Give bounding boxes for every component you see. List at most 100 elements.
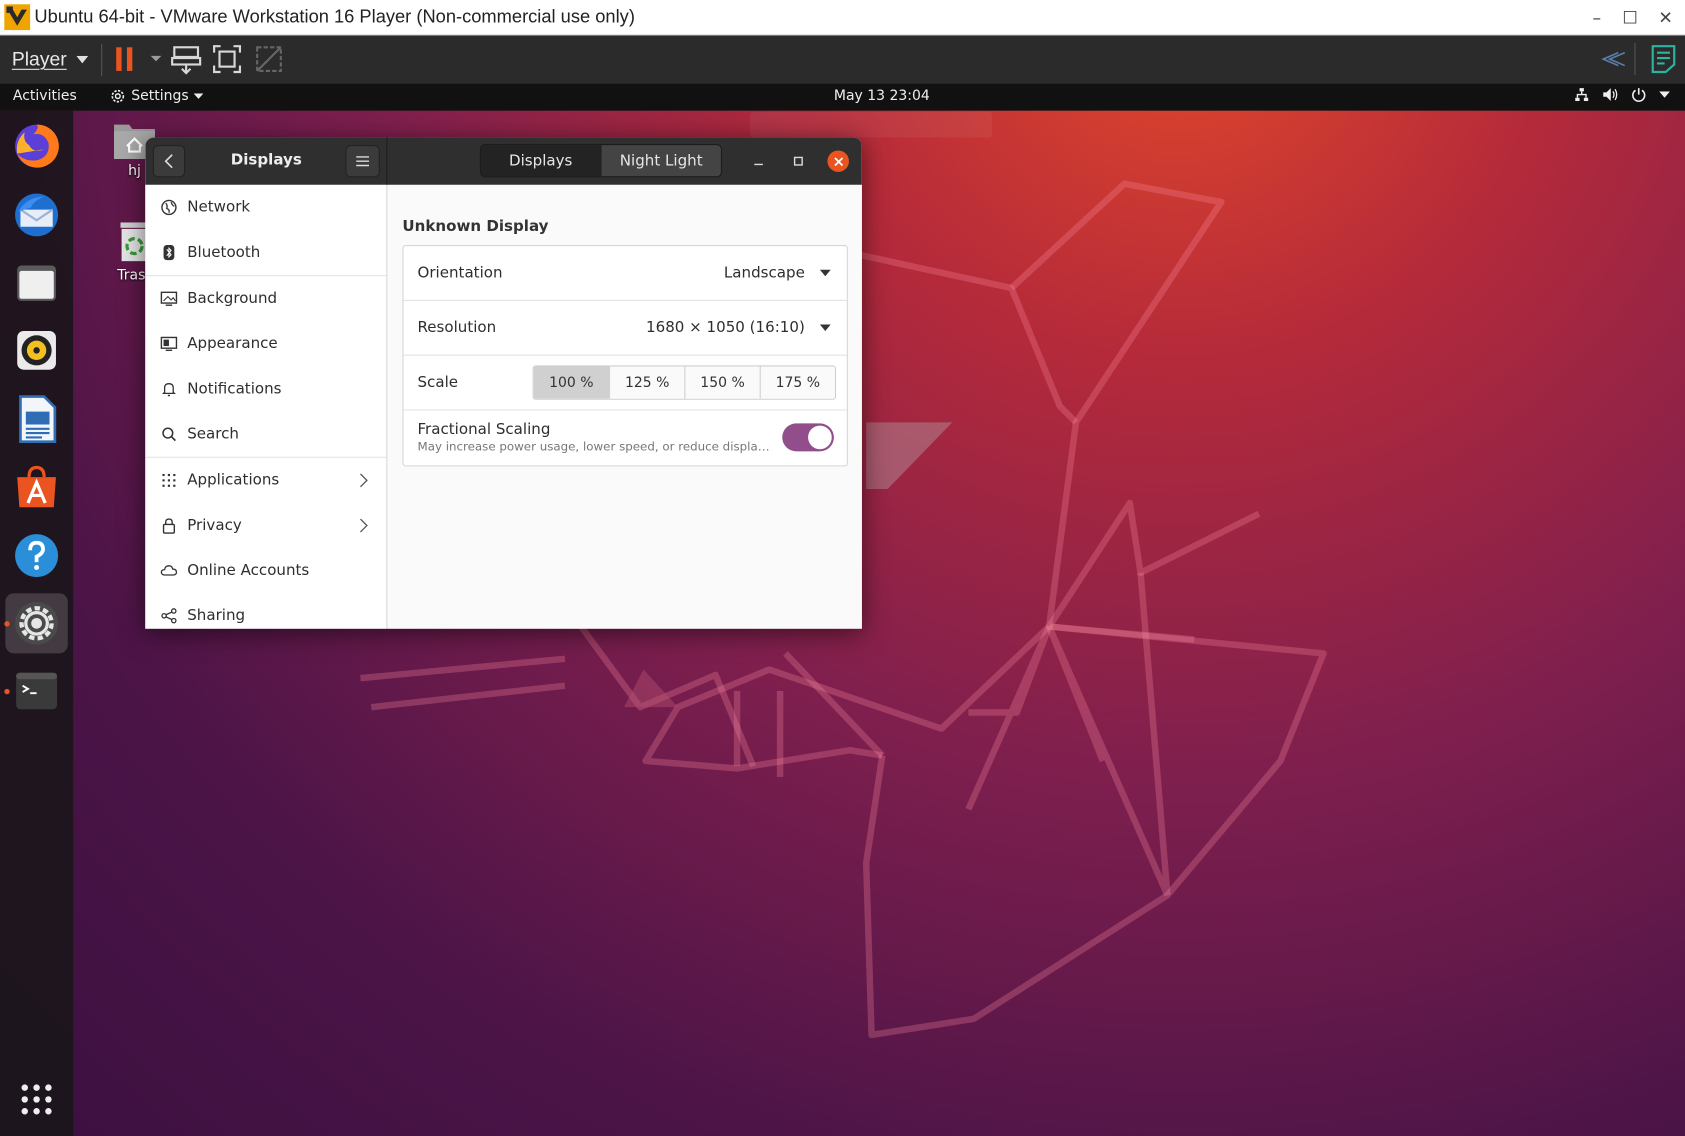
- running-indicator: [4, 688, 10, 695]
- dropdown-arrow-icon: [819, 324, 831, 332]
- bell-icon: [161, 383, 176, 397]
- sidebar-item-bluetooth[interactable]: Bluetooth: [145, 230, 387, 275]
- displays-panel: Unknown Display Orientation Landscape Re…: [388, 184, 862, 629]
- software-icon: [17, 465, 56, 508]
- orientation-row[interactable]: Orientation Landscape: [403, 246, 847, 301]
- sidebar-item-sharing[interactable]: Sharing: [145, 593, 387, 628]
- orientation-value: Landscape: [723, 264, 805, 282]
- activities-button[interactable]: Activities: [13, 88, 77, 104]
- dock-show-apps[interactable]: [10, 1073, 64, 1127]
- collapse-toolbar-icon[interactable]: [1597, 43, 1629, 75]
- dropdown-arrow-icon: [819, 269, 831, 277]
- scale-option-150[interactable]: 150 %: [684, 366, 760, 399]
- sidebar-item-privacy[interactable]: Privacy: [145, 503, 387, 548]
- close-button[interactable]: ✕: [1646, 0, 1685, 35]
- sidebar-item-label: Appearance: [187, 335, 278, 353]
- power-icon: [1632, 88, 1646, 102]
- ubuntu-top-panel: Activities Settings May 13 23:04: [0, 83, 1685, 111]
- orientation-label: Orientation: [417, 264, 503, 282]
- minimize-button[interactable]: [748, 150, 770, 171]
- scale-option-100[interactable]: 100 %: [533, 366, 610, 399]
- sidebar-item-online-accounts[interactable]: Online Accounts: [145, 548, 387, 593]
- dock-settings[interactable]: [5, 593, 68, 654]
- fractional-scaling-label: Fractional Scaling: [417, 421, 551, 439]
- tab-night-light[interactable]: Night Light: [600, 145, 721, 177]
- dock-rhythmbox[interactable]: [10, 323, 64, 377]
- dock-help[interactable]: [10, 529, 64, 583]
- sidebar-item-label: Notifications: [187, 380, 282, 398]
- sidebar-item-label: Background: [187, 290, 278, 308]
- vmware-title-bar: Ubuntu 64-bit - VMware Workstation 16 Pl…: [0, 0, 1685, 36]
- sidebar-item-label: Bluetooth: [187, 243, 261, 262]
- files-icon: [17, 265, 56, 301]
- maximize-button[interactable]: [788, 150, 810, 171]
- unity-mode-icon: [256, 46, 282, 73]
- resolution-value: 1680 × 1050 (16:10): [646, 319, 805, 337]
- scale-option-175[interactable]: 175 %: [759, 366, 835, 399]
- fullscreen-icon[interactable]: [211, 43, 243, 75]
- sidebar-item-notifications[interactable]: Notifications: [145, 366, 387, 411]
- bluetooth-icon: [163, 245, 175, 261]
- clock[interactable]: May 13 23:04: [834, 88, 930, 104]
- sidebar-item-applications[interactable]: Applications: [145, 458, 387, 503]
- sidebar-item-background[interactable]: Background: [145, 276, 387, 321]
- chevron-right-icon: [360, 518, 368, 533]
- maximize-icon: [793, 156, 803, 166]
- pause-icon[interactable]: [112, 43, 144, 75]
- chevron-right-icon: [360, 473, 368, 488]
- settings-window: Displays Displays Night Light Network Bl…: [145, 137, 862, 629]
- chevron-down-icon: [76, 55, 89, 64]
- fractional-scaling-description: May increase power usage, lower speed, o…: [417, 439, 772, 454]
- volume-icon: [1603, 88, 1618, 102]
- sidebar-item-appearance[interactable]: Appearance: [145, 321, 387, 366]
- settings-icon: [15, 601, 59, 645]
- show-apps-icon: [21, 1084, 52, 1115]
- minimize-icon: [754, 163, 763, 166]
- close-button[interactable]: [827, 150, 849, 172]
- resolution-label: Resolution: [417, 319, 497, 337]
- fractional-scaling-toggle[interactable]: [782, 423, 834, 452]
- resolution-row[interactable]: Resolution 1680 × 1050 (16:10): [403, 301, 847, 356]
- system-tray[interactable]: [1574, 87, 1670, 102]
- sidebar-item-network[interactable]: Network: [145, 185, 387, 230]
- scale-row: Scale 100 % 125 % 150 % 175 %: [403, 356, 847, 411]
- appearance-icon: [160, 336, 178, 352]
- sidebar-item-label: Privacy: [187, 516, 242, 535]
- thunderbird-icon: [15, 193, 59, 237]
- network-wired-icon: [1575, 88, 1589, 102]
- dock-writer[interactable]: [10, 392, 64, 446]
- app-menu[interactable]: Settings: [110, 88, 204, 104]
- header-bar-sidebar: Displays: [145, 137, 388, 185]
- fractional-scaling-row: Fractional Scaling May increase power us…: [404, 411, 847, 466]
- vmware-player-window: Ubuntu 64-bit - VMware Workstation 16 Pl…: [0, 0, 1685, 1136]
- dock-software[interactable]: [10, 460, 64, 514]
- dock-firefox[interactable]: [10, 119, 64, 173]
- background-icon: [160, 291, 178, 306]
- scale-option-125[interactable]: 125 %: [609, 366, 685, 399]
- help-icon: [15, 534, 59, 578]
- message-log-icon[interactable]: [1647, 43, 1679, 75]
- ghost-overlay: [749, 111, 993, 138]
- hamburger-menu-button[interactable]: [345, 145, 380, 178]
- ubuntu-dock: [0, 110, 74, 1136]
- settings-sidebar: Network Bluetooth Background Appearance …: [145, 184, 388, 629]
- sidebar-item-search[interactable]: Search: [145, 412, 387, 457]
- search-icon: [162, 427, 176, 442]
- send-ctrl-alt-del-icon[interactable]: [170, 43, 202, 75]
- app-menu-label: Settings: [131, 88, 189, 105]
- sidebar-item-label: Sharing: [187, 607, 246, 625]
- view-switcher: Displays Night Light: [479, 144, 722, 178]
- vmware-logo-icon: [4, 4, 31, 31]
- back-button[interactable]: [152, 145, 186, 178]
- dock-files[interactable]: [10, 256, 64, 310]
- dock-thunderbird[interactable]: [10, 188, 64, 242]
- chevron-down-icon: [1659, 91, 1670, 98]
- chevron-down-icon: [194, 92, 204, 99]
- tab-displays[interactable]: Displays: [480, 145, 601, 177]
- dock-terminal[interactable]: [10, 664, 64, 718]
- sidebar-item-label: Applications: [187, 471, 280, 489]
- player-menu[interactable]: Player: [12, 48, 89, 71]
- scale-label: Scale: [417, 373, 459, 392]
- maximize-button[interactable]: ☐: [1611, 0, 1650, 35]
- toolbar-divider: [101, 43, 103, 76]
